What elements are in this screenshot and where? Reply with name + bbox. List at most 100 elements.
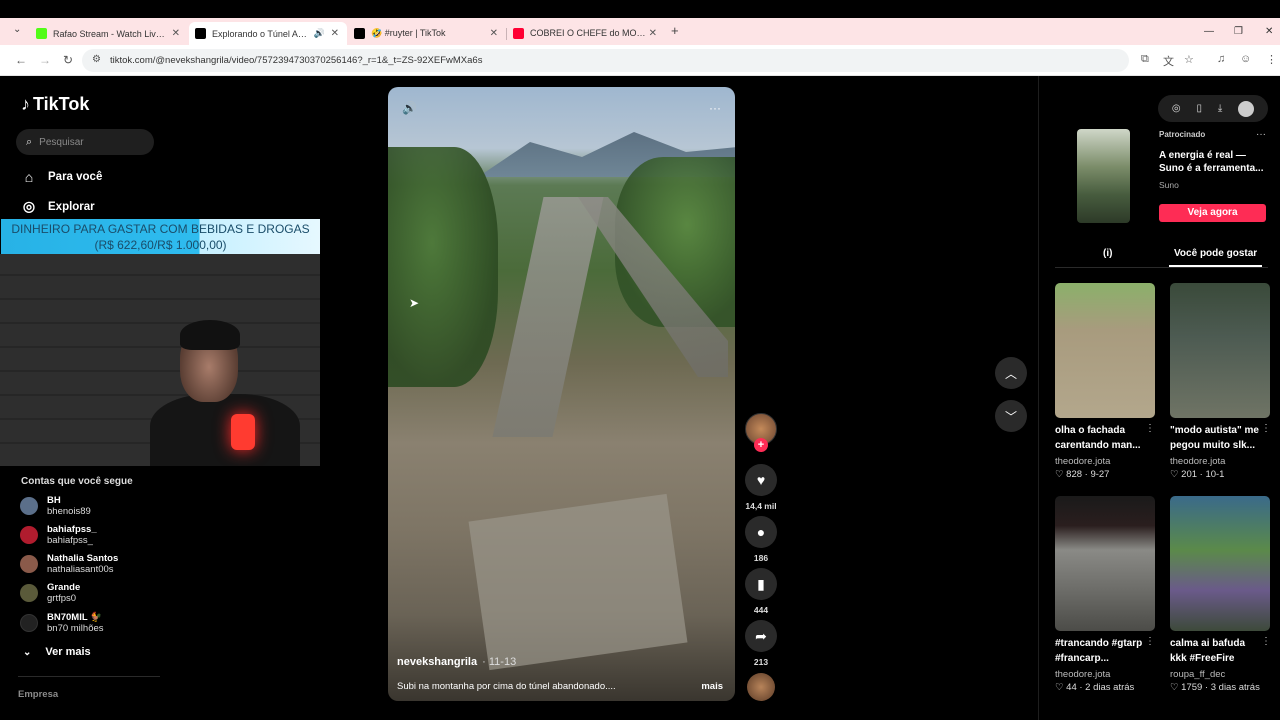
comment-button[interactable]: ● [745,516,777,548]
account-name: BN70MIL 🐓 [47,612,102,623]
tiktok-logo[interactable]: ♪ TikTok [21,94,89,115]
card-more-icon[interactable]: ⋮ [1261,423,1271,434]
donation-goal-bar: DINHEIRO PARA GASTAR COM BEBIDAS E DROGA… [1,219,320,254]
recommended-video-author[interactable]: theodore.jota [1170,456,1225,467]
following-account[interactable]: BH bhenois89 [20,495,91,517]
recommended-video-stats: ♡ 828 · 9-27 [1055,469,1110,480]
address-bar: ← → ↻ ⚙ tiktok.com/@nevekshangrila/video… [0,45,1280,76]
bookmark-star-icon[interactable]: ☆ [1184,53,1194,66]
coin-icon[interactable]: ◎ [1172,103,1181,114]
nav-label: Para você [48,171,103,183]
profile-avatar[interactable] [1238,100,1255,117]
tab-tiktok-ruyter[interactable]: 🤣 #ruyter | TikTok ✕ [348,22,506,45]
back-icon[interactable]: ← [15,53,27,67]
see-more-button[interactable]: ⌄ Ver mais [23,646,91,658]
recommended-video-author[interactable]: roupa_ff_dec [1170,669,1225,680]
reload-icon[interactable]: ↻ [63,53,73,67]
nav-for-you[interactable]: ⌂ Para você [21,169,103,185]
like-count: 14,4 mil [745,501,777,511]
tab-close-icon[interactable]: ✕ [331,28,339,39]
more-options-icon[interactable]: ··· [709,101,721,115]
tab-title: COBREI O CHEFE do MORRO 😮 [530,28,646,38]
minimize-button[interactable]: — [1204,18,1214,45]
tab-youtube[interactable]: COBREI O CHEFE do MORRO 😮 ✕ [507,22,665,45]
nav-explore[interactable]: ◎ Explorar [21,198,95,215]
recommended-video-thumbnail[interactable] [1055,283,1155,418]
video-player[interactable]: 🔊 ··· ➤ nevekshangrila · 11-13 Subi na m… [388,87,735,701]
site-info-icon[interactable]: ⚙ [92,54,101,65]
mobile-icon[interactable]: ▯ [1196,103,1202,114]
avatar [20,614,38,632]
recommended-video-thumbnail[interactable] [1055,496,1155,631]
tab-close-icon[interactable]: ✕ [172,28,180,39]
tab-you-may-like[interactable]: Você pode gostar [1174,248,1257,259]
recommended-video-title[interactable]: #trancando #gtarp #francarp... [1055,636,1147,666]
forward-icon[interactable]: → [39,53,51,67]
tiktok-note-icon: ♪ [21,94,30,114]
tab-close-icon[interactable]: ✕ [490,28,498,39]
recommended-video-thumbnail[interactable] [1170,283,1270,418]
ad-sponsored-label: Patrocinado [1159,130,1206,139]
menu-kebab-icon[interactable]: ⋮ [1266,53,1277,66]
tab-title: Explorando o Túnel Abandonado [212,28,308,39]
restore-button[interactable]: ❐ [1234,18,1243,45]
recommended-video-title[interactable]: "modo autista" me pegou muito slk... [1170,423,1262,453]
tab-list-chevron-icon[interactable]: ⌄ [13,24,21,35]
active-tab-indicator [1169,265,1262,267]
following-account[interactable]: Nathalia Santos nathaliasant00s [20,553,118,575]
share-arrow-icon: ➦ [755,627,767,644]
recommended-video-thumbnail[interactable] [1170,496,1270,631]
media-control-icon[interactable]: ♫ [1217,53,1225,65]
volume-icon[interactable]: 🔊 [402,101,417,115]
avatar [20,526,38,544]
author-username[interactable]: nevekshangrila [397,656,477,668]
donation-goal-title: DINHEIRO PARA GASTAR COM BEBIDAS E DROGA… [11,222,310,236]
recommended-video-title[interactable]: olha o fachada carentando man... [1055,423,1147,453]
like-button[interactable]: ♥ [745,464,777,496]
avatar [20,555,38,573]
recommended-video-title[interactable]: calma ai bafuda kkk #FreeFire [1170,636,1262,666]
browser-tab-strip: ⌄ Rafao Stream - Watch Live on K ✕ Explo… [0,18,1280,45]
tab-close-icon[interactable]: ✕ [649,28,657,39]
speaker-icon[interactable]: 🔊 [314,28,325,39]
compass-icon: ◎ [22,198,36,214]
tab-kick[interactable]: Rafao Stream - Watch Live on K ✕ [30,22,188,45]
video-date: · 11-13 [482,656,517,668]
card-more-icon[interactable]: ⋮ [1261,636,1271,647]
url-field[interactable]: ⚙ tiktok.com/@nevekshangrila/video/75723… [82,49,1129,72]
card-more-icon[interactable]: ⋮ [1145,423,1155,434]
share-button[interactable]: ➦ [745,620,777,652]
close-window-button[interactable]: ✕ [1265,18,1273,45]
screen: ⌄ Rafao Stream - Watch Live on K ✕ Explo… [0,0,1280,720]
recommended-video-author[interactable]: theodore.jota [1055,669,1110,680]
tab-info[interactable]: (i) [1103,248,1112,259]
save-button[interactable]: ▮ [745,568,777,600]
chevron-down-icon: ⌄ [23,646,32,658]
next-video-button[interactable]: ﹀ [995,400,1027,432]
following-account[interactable]: Grande grtfps0 [20,582,80,604]
profile-avatar-icon[interactable]: ☺ [1240,53,1251,65]
ad-cta-button[interactable]: Veja agora [1159,204,1266,222]
ad-more-icon[interactable]: ··· [1256,129,1266,140]
heart-icon: ♥ [756,472,766,488]
install-app-icon[interactable]: ⧉ [1141,53,1149,66]
following-account[interactable]: bahiafpss_ bahiafpss_ [20,524,97,546]
card-more-icon[interactable]: ⋮ [1145,636,1155,647]
ad-thumbnail[interactable] [1077,129,1130,223]
description-more-link[interactable]: mais [701,681,723,692]
following-account[interactable]: BN70MIL 🐓 bn70 milhões [20,612,104,634]
tab-tiktok-video[interactable]: Explorando o Túnel Abandonado 🔊 ✕ [189,22,347,45]
company-link[interactable]: Empresa [18,689,58,700]
download-icon[interactable]: ⤓ [1218,103,1222,114]
new-tab-button[interactable]: + [671,23,679,38]
translate-icon[interactable]: 文 [1163,53,1174,69]
search-input[interactable]: ⌕ Pesquisar [16,129,154,155]
previous-video-button[interactable]: ︿ [995,357,1027,389]
video-author[interactable]: nevekshangrila · 11-13 [397,656,516,668]
follow-plus-button[interactable]: + [754,438,768,452]
kick-favicon-icon [36,28,47,39]
account-handle: nathaliasant00s [47,564,114,575]
music-disc-icon[interactable] [747,673,775,701]
bookmark-icon: ▮ [757,575,765,592]
recommended-video-author[interactable]: theodore.jota [1055,456,1110,467]
